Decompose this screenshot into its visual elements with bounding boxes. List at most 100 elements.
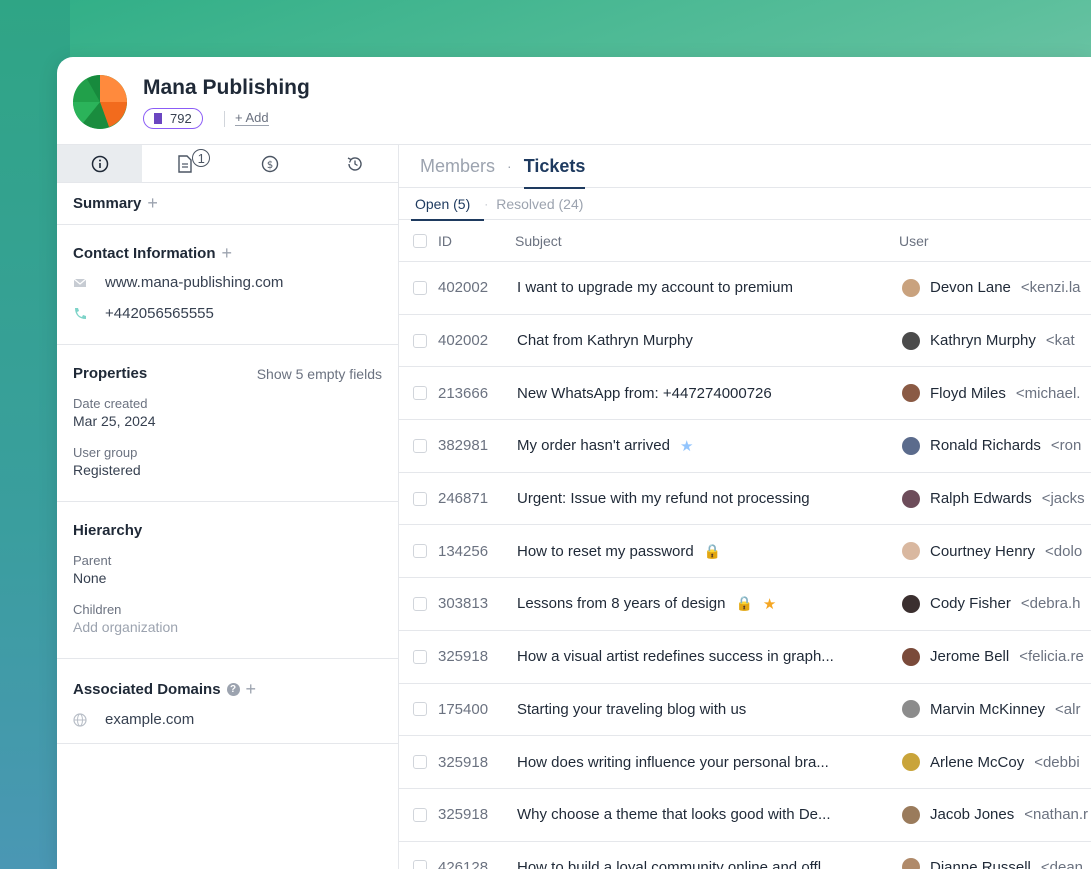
tab-separator: · <box>507 158 512 174</box>
user-group-label: User group <box>73 445 138 460</box>
avatar <box>902 542 920 561</box>
ticket-subject: How to reset my password <box>517 542 694 560</box>
user-email: <jacks <box>1041 490 1085 508</box>
ticket-subject: New WhatsApp from: +447274000726 <box>517 384 772 402</box>
tab-billing[interactable]: $ <box>228 145 313 182</box>
org-id-badge[interactable]: 792 <box>143 108 203 129</box>
add-summary-icon[interactable]: + <box>147 193 158 214</box>
row-checkbox[interactable] <box>413 280 427 295</box>
user-group-value[interactable]: Registered <box>73 462 382 478</box>
column-subject[interactable]: Subject <box>515 233 562 249</box>
tab-tickets[interactable]: Tickets <box>523 145 585 189</box>
tab-open[interactable]: Open (5) <box>410 188 485 221</box>
column-user[interactable]: User <box>899 233 929 249</box>
table-row[interactable]: 134256 How to reset my password 🔒 Courtney … <box>399 525 1091 579</box>
contact-phone[interactable]: +442056565555 <box>73 305 382 322</box>
tab-info[interactable] <box>57 145 143 182</box>
user-email: <nathan.r <box>1024 806 1089 824</box>
add-tag-link[interactable]: + Add <box>235 110 269 126</box>
ticket-user-cell: Ronald Richards <ron <box>902 436 1081 455</box>
lock-icon: 🔒 <box>703 542 722 559</box>
ticket-id: 426128 <box>438 858 489 869</box>
user-email: <dean <box>1040 858 1084 869</box>
user-name: Jacob Jones <box>930 806 1015 824</box>
ticket-subject: How a visual artist redefines success in… <box>517 648 834 666</box>
ticket-user-cell: Cody Fisher <debra.h <box>902 594 1081 613</box>
svg-text:$: $ <box>267 160 273 171</box>
row-checkbox[interactable] <box>413 649 427 664</box>
contact-section: Contact Information + www.mana-publishin… <box>57 225 398 345</box>
parent-value[interactable]: None <box>73 570 382 586</box>
table-row[interactable]: 213666 New WhatsApp from: +447274000726 Fl… <box>399 367 1091 421</box>
ticket-subject-cell: I want to upgrade my account to premium <box>517 279 793 296</box>
avatar <box>902 647 920 666</box>
row-checkbox[interactable] <box>413 333 427 348</box>
properties-section: Properties Show 5 empty fields Date crea… <box>57 345 398 502</box>
help-icon[interactable]: ? <box>226 683 240 696</box>
table-row[interactable]: 325918 How a visual artist redefines succ… <box>399 631 1091 684</box>
table-row[interactable]: 426128 How to build a loyal community onl… <box>399 842 1091 869</box>
summary-title[interactable]: Summary + <box>73 193 158 214</box>
document-icon <box>178 154 192 173</box>
ticket-subject-cell: How to reset my password 🔒 <box>517 543 721 560</box>
main-tabs: Members · Tickets <box>399 145 1091 189</box>
ticket-subject-cell: Lessons from 8 years of design 🔒 ★ <box>517 595 776 613</box>
tab-documents[interactable]: 1 <box>142 145 227 182</box>
ticket-user-cell: Dianne Russell <dean <box>902 858 1083 869</box>
ticket-user-cell: Courtney Henry <dolo <box>902 542 1082 561</box>
domains-title: Associated Domains ? + <box>73 679 257 700</box>
documents-count-badge: 1 <box>192 149 211 167</box>
row-checkbox[interactable] <box>413 807 427 822</box>
table-row[interactable]: 325918 Why choose a theme that looks good… <box>399 789 1091 842</box>
table-row[interactable]: 402002 Chat from Kathryn Murphy Kathryn Mu… <box>399 315 1091 368</box>
table-row[interactable]: 175400 Starting your traveling blog with … <box>399 684 1091 737</box>
table-row[interactable]: 325918 How does writing influence your pe… <box>399 736 1091 789</box>
summary-section: Summary + <box>57 183 398 225</box>
column-id[interactable]: ID <box>438 233 452 249</box>
contact-website[interactable]: www.mana-publishing.com <box>73 274 382 291</box>
ticket-subject: Chat from Kathryn Murphy <box>517 332 693 350</box>
ticket-user-cell: Ralph Edwards <jacks <box>902 489 1085 508</box>
parent-label: Parent <box>73 553 112 568</box>
ticket-user-cell: Marvin McKinney <alr <box>902 700 1080 719</box>
row-checkbox[interactable] <box>413 386 427 401</box>
org-name: Mana Publishing <box>143 76 310 99</box>
table-row[interactable]: 402002 I want to upgrade my account to pr… <box>399 262 1091 315</box>
table-row[interactable]: 246871 Urgent: Issue with my refund not p… <box>399 473 1091 526</box>
date-created-label: Date created <box>73 396 148 411</box>
org-header: Mana Publishing 792 + Add <box>57 57 1091 145</box>
ticket-id: 213666 <box>438 384 489 402</box>
table-header: ID Subject User <box>399 220 1091 262</box>
row-checkbox[interactable] <box>413 491 427 506</box>
ticket-subject-cell: Starting your traveling blog with us <box>517 701 746 718</box>
user-email: <debra.h <box>1020 595 1081 613</box>
user-name: Floyd Miles <box>930 384 1006 402</box>
ticket-subject-cell: How does writing influence your personal… <box>517 754 829 771</box>
dollar-icon: $ <box>261 155 279 172</box>
star-icon[interactable]: ★ <box>763 595 776 613</box>
add-domain-icon[interactable]: + <box>246 679 257 700</box>
domain-item[interactable]: example.com <box>73 711 382 728</box>
table-row[interactable]: 382981 My order hasn't arrived ★ Ronald Ric… <box>399 420 1091 473</box>
row-checkbox[interactable] <box>413 596 427 611</box>
ticket-subject-cell: How a visual artist redefines success in… <box>517 648 834 665</box>
star-icon[interactable]: ★ <box>680 437 693 455</box>
tab-resolved[interactable]: Resolved (24) <box>496 196 583 212</box>
tab-members[interactable]: Members <box>420 156 495 177</box>
avatar <box>902 278 920 297</box>
row-checkbox[interactable] <box>413 755 427 770</box>
row-checkbox[interactable] <box>413 860 427 869</box>
add-contact-icon[interactable]: + <box>222 243 233 264</box>
date-created-value: Mar 25, 2024 <box>73 413 156 429</box>
row-checkbox[interactable] <box>413 438 427 453</box>
ticket-subject: Why choose a theme that looks good with … <box>517 806 831 824</box>
avatar <box>902 331 920 350</box>
add-organization-link[interactable]: Add organization <box>73 619 382 635</box>
show-empty-fields-link[interactable]: Show 5 empty fields <box>257 366 382 382</box>
user-email: <debbi <box>1034 753 1080 771</box>
row-checkbox[interactable] <box>413 702 427 717</box>
row-checkbox[interactable] <box>413 544 427 559</box>
table-row[interactable]: 303813 Lessons from 8 years of design 🔒 ★ Co… <box>399 578 1091 631</box>
tab-history[interactable] <box>313 145 398 182</box>
select-all-checkbox[interactable] <box>413 233 427 248</box>
